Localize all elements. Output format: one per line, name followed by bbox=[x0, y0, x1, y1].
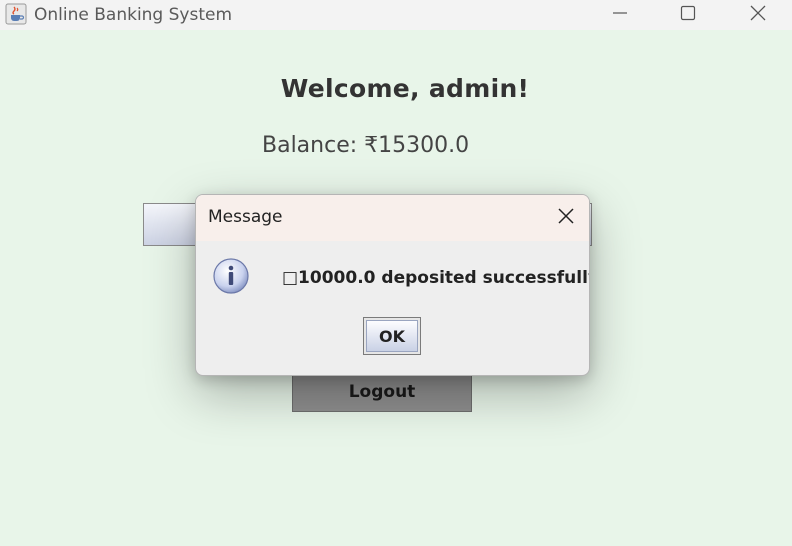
ok-button[interactable]: OK bbox=[363, 317, 421, 355]
window-title: Online Banking System bbox=[34, 5, 233, 25]
welcome-heading: Welcome, admin! bbox=[280, 74, 530, 103]
logout-button[interactable]: Logout bbox=[292, 372, 472, 412]
maximize-button[interactable] bbox=[664, 0, 712, 30]
ok-button-label: OK bbox=[366, 320, 418, 352]
info-icon bbox=[212, 257, 250, 295]
close-icon bbox=[749, 4, 767, 27]
dialog-close-button[interactable] bbox=[551, 203, 581, 233]
maximize-icon bbox=[680, 5, 696, 26]
background-button-left[interactable] bbox=[143, 203, 203, 246]
dialog-message: □10000.0 deposited successfully! bbox=[282, 268, 590, 288]
message-dialog: Message □10000.0 deposited successfully!… bbox=[195, 194, 590, 376]
close-icon bbox=[557, 207, 575, 230]
window-close-button[interactable] bbox=[734, 0, 782, 30]
java-cup-icon bbox=[5, 3, 27, 25]
window-titlebar: Online Banking System bbox=[0, 0, 792, 30]
balance-label: Balance: ₹15300.0 bbox=[262, 133, 470, 158]
dialog-title: Message bbox=[208, 207, 283, 227]
minimize-icon bbox=[612, 5, 628, 26]
dialog-titlebar: Message bbox=[196, 195, 589, 241]
minimize-button[interactable] bbox=[596, 0, 644, 30]
